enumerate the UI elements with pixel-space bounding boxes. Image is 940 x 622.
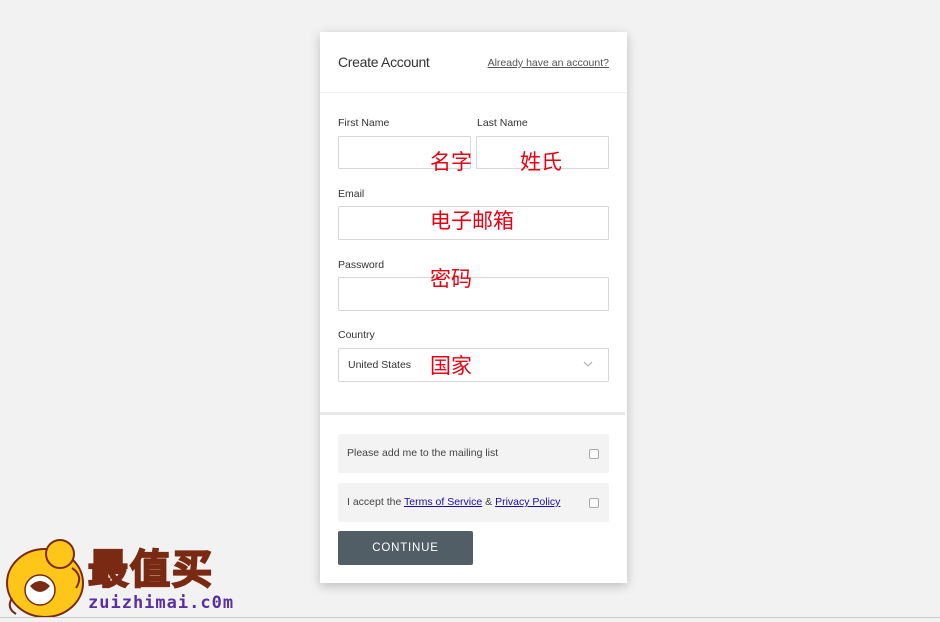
mailing-list-checkbox[interactable]	[589, 449, 599, 459]
terms-of-service-link[interactable]: Terms of Service	[404, 496, 482, 508]
watermark-text: 最值买	[87, 546, 214, 594]
chevron-down-icon	[583, 361, 593, 367]
password-field[interactable]	[338, 277, 609, 311]
create-account-card: Create Account Already have an account? …	[320, 32, 627, 583]
mailing-list-label: Please add me to the mailing list	[347, 447, 499, 459]
terms-prefix: I accept the	[347, 496, 402, 508]
last-name-label: Last Name	[477, 117, 528, 129]
mailing-list-row[interactable]: Please add me to the mailing list	[338, 434, 609, 473]
email-label: Email	[338, 188, 365, 200]
header-divider	[320, 92, 627, 93]
country-label: Country	[338, 329, 375, 341]
page-title: Create Account	[338, 54, 430, 70]
section-divider	[320, 412, 625, 415]
country-select[interactable]: United States	[338, 348, 609, 382]
email-field[interactable]	[338, 206, 609, 240]
terms-row[interactable]: I accept the Terms of Service & Privacy …	[338, 483, 609, 522]
first-name-input[interactable]	[338, 136, 471, 169]
first-name-label: First Name	[338, 117, 390, 129]
terms-checkbox[interactable]	[589, 498, 599, 508]
bottom-rule	[0, 617, 940, 618]
last-name-input[interactable]	[476, 136, 609, 169]
terms-ampersand: &	[485, 496, 493, 508]
privacy-policy-link[interactable]: Privacy Policy	[495, 496, 560, 508]
terms-label: I accept the Terms of Service & Privacy …	[347, 496, 560, 508]
signin-link[interactable]: Already have an account?	[488, 57, 609, 69]
watermark-url: zuizhimai.c0m	[88, 593, 235, 613]
card-header: Create Account Already have an account?	[320, 32, 627, 92]
country-selected-value: United States	[348, 359, 412, 371]
continue-button[interactable]: CONTINUE	[338, 531, 473, 565]
password-label: Password	[338, 259, 385, 271]
